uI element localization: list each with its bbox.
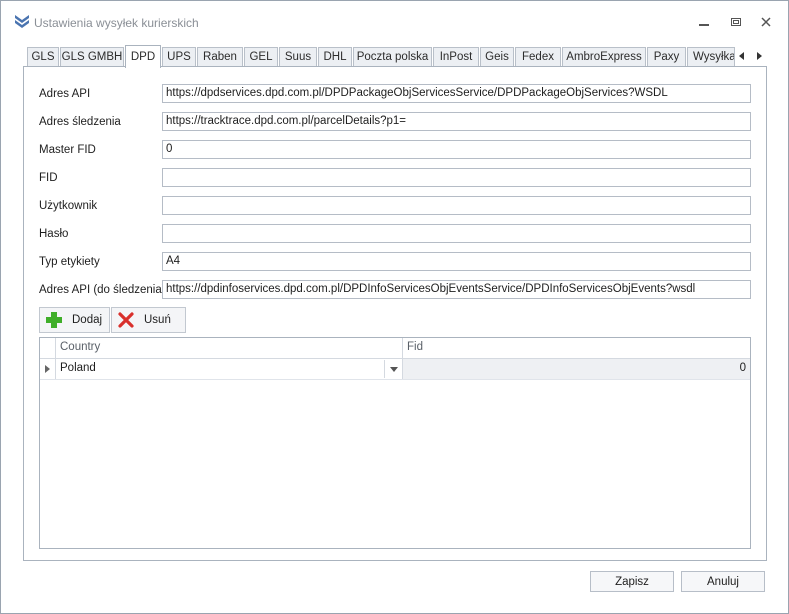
country-dropdown-button[interactable] — [384, 360, 402, 378]
plus-icon — [44, 310, 64, 330]
tab-scroll-left-button[interactable] — [736, 49, 748, 63]
tracking-api-url-label: Adres API (do śledzenia) — [39, 284, 166, 296]
tab-dhl[interactable]: DHL — [318, 47, 352, 66]
fid-field[interactable] — [162, 168, 751, 187]
minimize-icon — [699, 24, 709, 26]
grid-header: Country Fid — [40, 338, 750, 359]
fid-label: FID — [39, 172, 58, 184]
add-button[interactable]: Dodaj — [39, 307, 110, 333]
table-row[interactable]: Poland 0 — [40, 359, 750, 380]
country-cell[interactable]: Poland — [56, 359, 403, 379]
tab-scroll-right-button[interactable] — [753, 49, 765, 63]
tracking-url-label: Adres śledzenia — [39, 116, 121, 128]
remove-button-label: Usuń — [144, 314, 171, 326]
restore-button[interactable] — [723, 11, 749, 33]
row-indicator-header — [40, 338, 56, 358]
master-fid-field[interactable]: 0 — [162, 140, 751, 159]
tab-ups[interactable]: UPS — [162, 47, 196, 66]
tab-ambroexpress[interactable]: AmbroExpress — [562, 47, 646, 66]
api-url-field[interactable]: https://dpdservices.dpd.com.pl/DPDPackag… — [162, 84, 751, 103]
app-logo-icon — [13, 13, 31, 31]
chevron-right-icon — [757, 52, 762, 60]
master-fid-label: Master FID — [39, 144, 96, 156]
user-label: Użytkownik — [39, 200, 98, 212]
save-button[interactable]: Zapisz — [590, 571, 674, 592]
country-fid-grid: Country Fid Poland 0 — [39, 337, 751, 549]
tracking-url-field[interactable]: https://tracktrace.dpd.com.pl/parcelDeta… — [162, 112, 751, 131]
remove-button[interactable]: Usuń — [111, 307, 186, 333]
tab-suus[interactable]: Suus — [279, 47, 317, 66]
api-url-label: Adres API — [39, 88, 91, 100]
fid-cell[interactable]: 0 — [403, 359, 750, 379]
tab-paxy[interactable]: Paxy — [647, 47, 686, 66]
country-column-header[interactable]: Country — [56, 338, 403, 358]
dpd-settings-panel: Adres API https://dpdservices.dpd.com.pl… — [23, 66, 767, 561]
tab-raben[interactable]: Raben — [197, 47, 243, 66]
tab-gls[interactable]: GLS — [27, 47, 59, 66]
title-bar: Ustawienia wysyłek kurierskich — [1, 1, 788, 41]
user-field[interactable] — [162, 196, 751, 215]
close-icon — [761, 17, 771, 27]
tab-gel[interactable]: GEL — [244, 47, 278, 66]
current-row-arrow-icon — [45, 365, 50, 373]
chevron-down-icon — [389, 366, 398, 372]
add-button-label: Dodaj — [72, 314, 103, 326]
settings-window: Ustawienia wysyłek kurierskich GLS GLS G… — [0, 0, 789, 614]
tab-gls-gmbh[interactable]: GLS GMBH — [60, 47, 124, 66]
password-field[interactable] — [162, 224, 751, 243]
tab-fedex[interactable]: Fedex — [515, 47, 561, 66]
row-indicator — [40, 359, 56, 379]
tab-poczta-polska[interactable]: Poczta polska — [353, 47, 432, 66]
tracking-api-url-field[interactable]: https://dpdinfoservices.dpd.com.pl/DPDIn… — [162, 280, 751, 299]
minimize-button[interactable] — [691, 11, 717, 33]
tab-geis[interactable]: Geis — [480, 47, 514, 66]
close-button[interactable] — [753, 11, 779, 33]
restore-icon — [731, 18, 741, 26]
courier-tabs: GLS GLS GMBH DPD UPS Raben GEL Suus DHL … — [23, 45, 771, 68]
password-label: Hasło — [39, 228, 69, 240]
fid-column-header[interactable]: Fid — [403, 338, 750, 358]
tab-inpost[interactable]: InPost — [433, 47, 479, 66]
label-type-field[interactable]: A4 — [162, 252, 751, 271]
window-title: Ustawienia wysyłek kurierskich — [34, 16, 199, 30]
chevron-left-icon — [739, 52, 744, 60]
tab-wysylka[interactable]: Wysyłka — [687, 47, 735, 66]
cancel-button[interactable]: Anuluj — [681, 571, 765, 592]
tab-dpd[interactable]: DPD — [125, 45, 161, 68]
delete-x-icon — [116, 310, 136, 330]
label-type-label: Typ etykiety — [39, 256, 100, 268]
